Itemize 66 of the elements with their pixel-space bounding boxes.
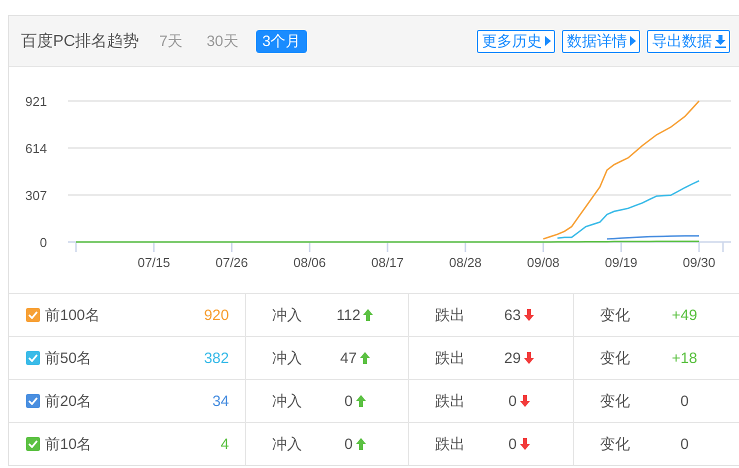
up-arrow-icon <box>360 352 370 364</box>
download-icon <box>715 34 726 48</box>
x-axis-label: 08/17 <box>371 255 404 270</box>
down-arrow-icon <box>520 395 530 407</box>
row-label: 前50名 <box>45 348 92 368</box>
y-axis-label: 0 <box>40 235 47 250</box>
row-label: 前10名 <box>45 434 92 454</box>
fall-label: 跌出 <box>435 348 465 368</box>
x-axis-label: 08/06 <box>293 255 326 270</box>
rise-label: 冲入 <box>272 348 302 368</box>
link-button[interactable]: 数据详情 <box>562 30 640 52</box>
export-button[interactable]: 导出数据 <box>647 30 730 52</box>
total-count: 382 <box>204 350 229 366</box>
range-tab[interactable]: 3个月 <box>256 30 307 52</box>
rise-label: 冲入 <box>272 306 302 324</box>
rise-label: 冲入 <box>272 392 302 410</box>
rise-count: 112 <box>336 306 360 324</box>
checkbox[interactable] <box>26 308 40 322</box>
total-count: 34 <box>212 392 229 410</box>
fall-label: 跌出 <box>435 434 465 454</box>
down-arrow-icon <box>520 438 530 450</box>
checkbox[interactable] <box>26 394 40 408</box>
rise-count: 47 <box>340 350 357 366</box>
checkbox[interactable] <box>26 351 40 365</box>
range-tab[interactable]: 7天 <box>153 30 189 52</box>
fall-label: 跌出 <box>435 392 465 410</box>
change-label: 变化 <box>600 434 630 454</box>
x-axis-label: 08/28 <box>449 255 482 270</box>
x-axis-label: 09/30 <box>682 255 716 270</box>
x-axis-label: 07/15 <box>138 255 170 270</box>
down-arrow-icon <box>524 352 534 364</box>
total-count: 4 <box>220 436 229 452</box>
x-axis-label: 09/19 <box>604 255 638 270</box>
range-tab[interactable]: 30天 <box>200 30 244 52</box>
change-label: 变化 <box>600 306 630 324</box>
y-axis-label: 614 <box>25 141 47 156</box>
checkbox[interactable] <box>26 437 40 451</box>
change-label: 变化 <box>600 348 630 368</box>
fall-count: 0 <box>508 392 517 410</box>
fall-count: 63 <box>504 306 521 324</box>
change-count: 0 <box>680 436 689 452</box>
up-arrow-icon <box>356 395 366 407</box>
total-count: 920 <box>204 306 229 324</box>
row-label: 前100名 <box>45 306 100 324</box>
down-arrow-icon <box>524 309 534 321</box>
change-count: +18 <box>672 350 698 366</box>
caret-right-icon <box>630 36 636 46</box>
rise-label: 冲入 <box>272 434 302 454</box>
row-label: 前20名 <box>45 392 92 410</box>
up-arrow-icon <box>356 438 366 450</box>
change-count: +49 <box>672 306 698 324</box>
y-axis-label: 921 <box>25 94 47 109</box>
y-axis-label: 307 <box>25 188 47 203</box>
fall-count: 0 <box>508 436 517 452</box>
card-title: 百度PC排名趋势 <box>21 32 140 52</box>
fall-count: 29 <box>504 350 521 366</box>
caret-right-icon <box>545 36 551 46</box>
up-arrow-icon <box>363 309 374 321</box>
link-button[interactable]: 更多历史 <box>477 30 555 52</box>
rise-count: 0 <box>344 392 353 410</box>
change-label: 变化 <box>600 392 630 410</box>
x-axis-label: 09/08 <box>527 255 560 270</box>
x-axis-label: 07/26 <box>215 255 248 270</box>
change-count: 0 <box>680 392 689 410</box>
fall-label: 跌出 <box>435 306 465 324</box>
rise-count: 0 <box>344 436 353 452</box>
